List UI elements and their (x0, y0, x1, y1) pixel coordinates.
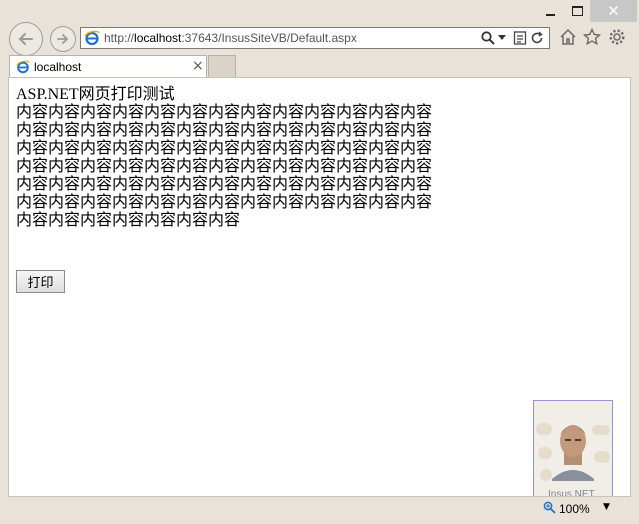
forward-button[interactable] (50, 26, 76, 52)
zoom-level[interactable]: 100% (559, 502, 590, 516)
arrow-right-icon (57, 34, 69, 44)
address-url: http://localhost:37643/InsusSiteVB/Defau… (104, 31, 357, 45)
print-button[interactable]: 打印 (16, 270, 65, 293)
gear-icon[interactable] (608, 28, 626, 46)
content-line: 内容内容内容内容内容内容内容内容内容内容内容内容内容 (16, 158, 433, 175)
content-line: 内容内容内容内容内容内容内容内容内容内容内容内容内容 (16, 140, 433, 157)
minimize-icon (545, 14, 555, 16)
search-icon[interactable] (480, 30, 496, 46)
tab-close-icon[interactable]: × (192, 58, 204, 74)
watermark-photo (534, 401, 612, 496)
back-button[interactable] (9, 22, 43, 56)
browser-window: ✕ http://localhost:37643/InsusSiteVB/Def… (0, 0, 639, 524)
watermark-label: Insus.NET (548, 489, 595, 497)
page-viewport: ASP.NET网页打印测试 内容内容内容内容内容内容内容内容内容内容内容内容内容… (8, 77, 631, 497)
page-heading: ASP.NET网页打印测试 (16, 86, 175, 103)
content-line: 内容内容内容内容内容内容内容内容内容内容内容内容内容 (16, 122, 433, 139)
tab-title: localhost (34, 60, 82, 74)
page-body: ASP.NET网页打印测试 内容内容内容内容内容内容内容内容内容内容内容内容内容… (16, 86, 436, 230)
maximize-button[interactable] (564, 0, 590, 22)
content-line: 内容内容内容内容内容内容内容 (16, 212, 241, 229)
address-bar[interactable]: http://localhost:37643/InsusSiteVB/Defau… (80, 27, 550, 49)
tab-localhost[interactable]: localhost × (9, 55, 207, 78)
content-line: 内容内容内容内容内容内容内容内容内容内容内容内容内容 (16, 104, 433, 121)
ie-logo-icon (84, 30, 100, 46)
zoom-dropdown-icon[interactable]: ▼ (603, 502, 610, 512)
favorites-star-icon[interactable] (583, 28, 601, 46)
home-icon[interactable] (559, 28, 577, 46)
watermark: Insus.NET (533, 400, 613, 497)
close-icon: ✕ (607, 1, 620, 20)
zoom-icon[interactable] (543, 501, 556, 514)
compatibility-view-icon[interactable] (513, 30, 527, 46)
content-line: 内容内容内容内容内容内容内容内容内容内容内容内容内容 (16, 176, 433, 193)
refresh-icon[interactable] (530, 30, 544, 46)
maximize-icon (571, 6, 583, 16)
ie-logo-icon (16, 60, 30, 74)
chevron-down-icon[interactable] (498, 35, 506, 41)
arrow-left-icon (18, 33, 33, 45)
new-tab-button[interactable] (208, 55, 236, 77)
minimize-button[interactable] (536, 0, 564, 22)
status-bar: 100% ▼ (0, 497, 639, 524)
close-window-button[interactable]: ✕ (590, 0, 637, 22)
content-line: 内容内容内容内容内容内容内容内容内容内容内容内容内容 (16, 194, 433, 211)
